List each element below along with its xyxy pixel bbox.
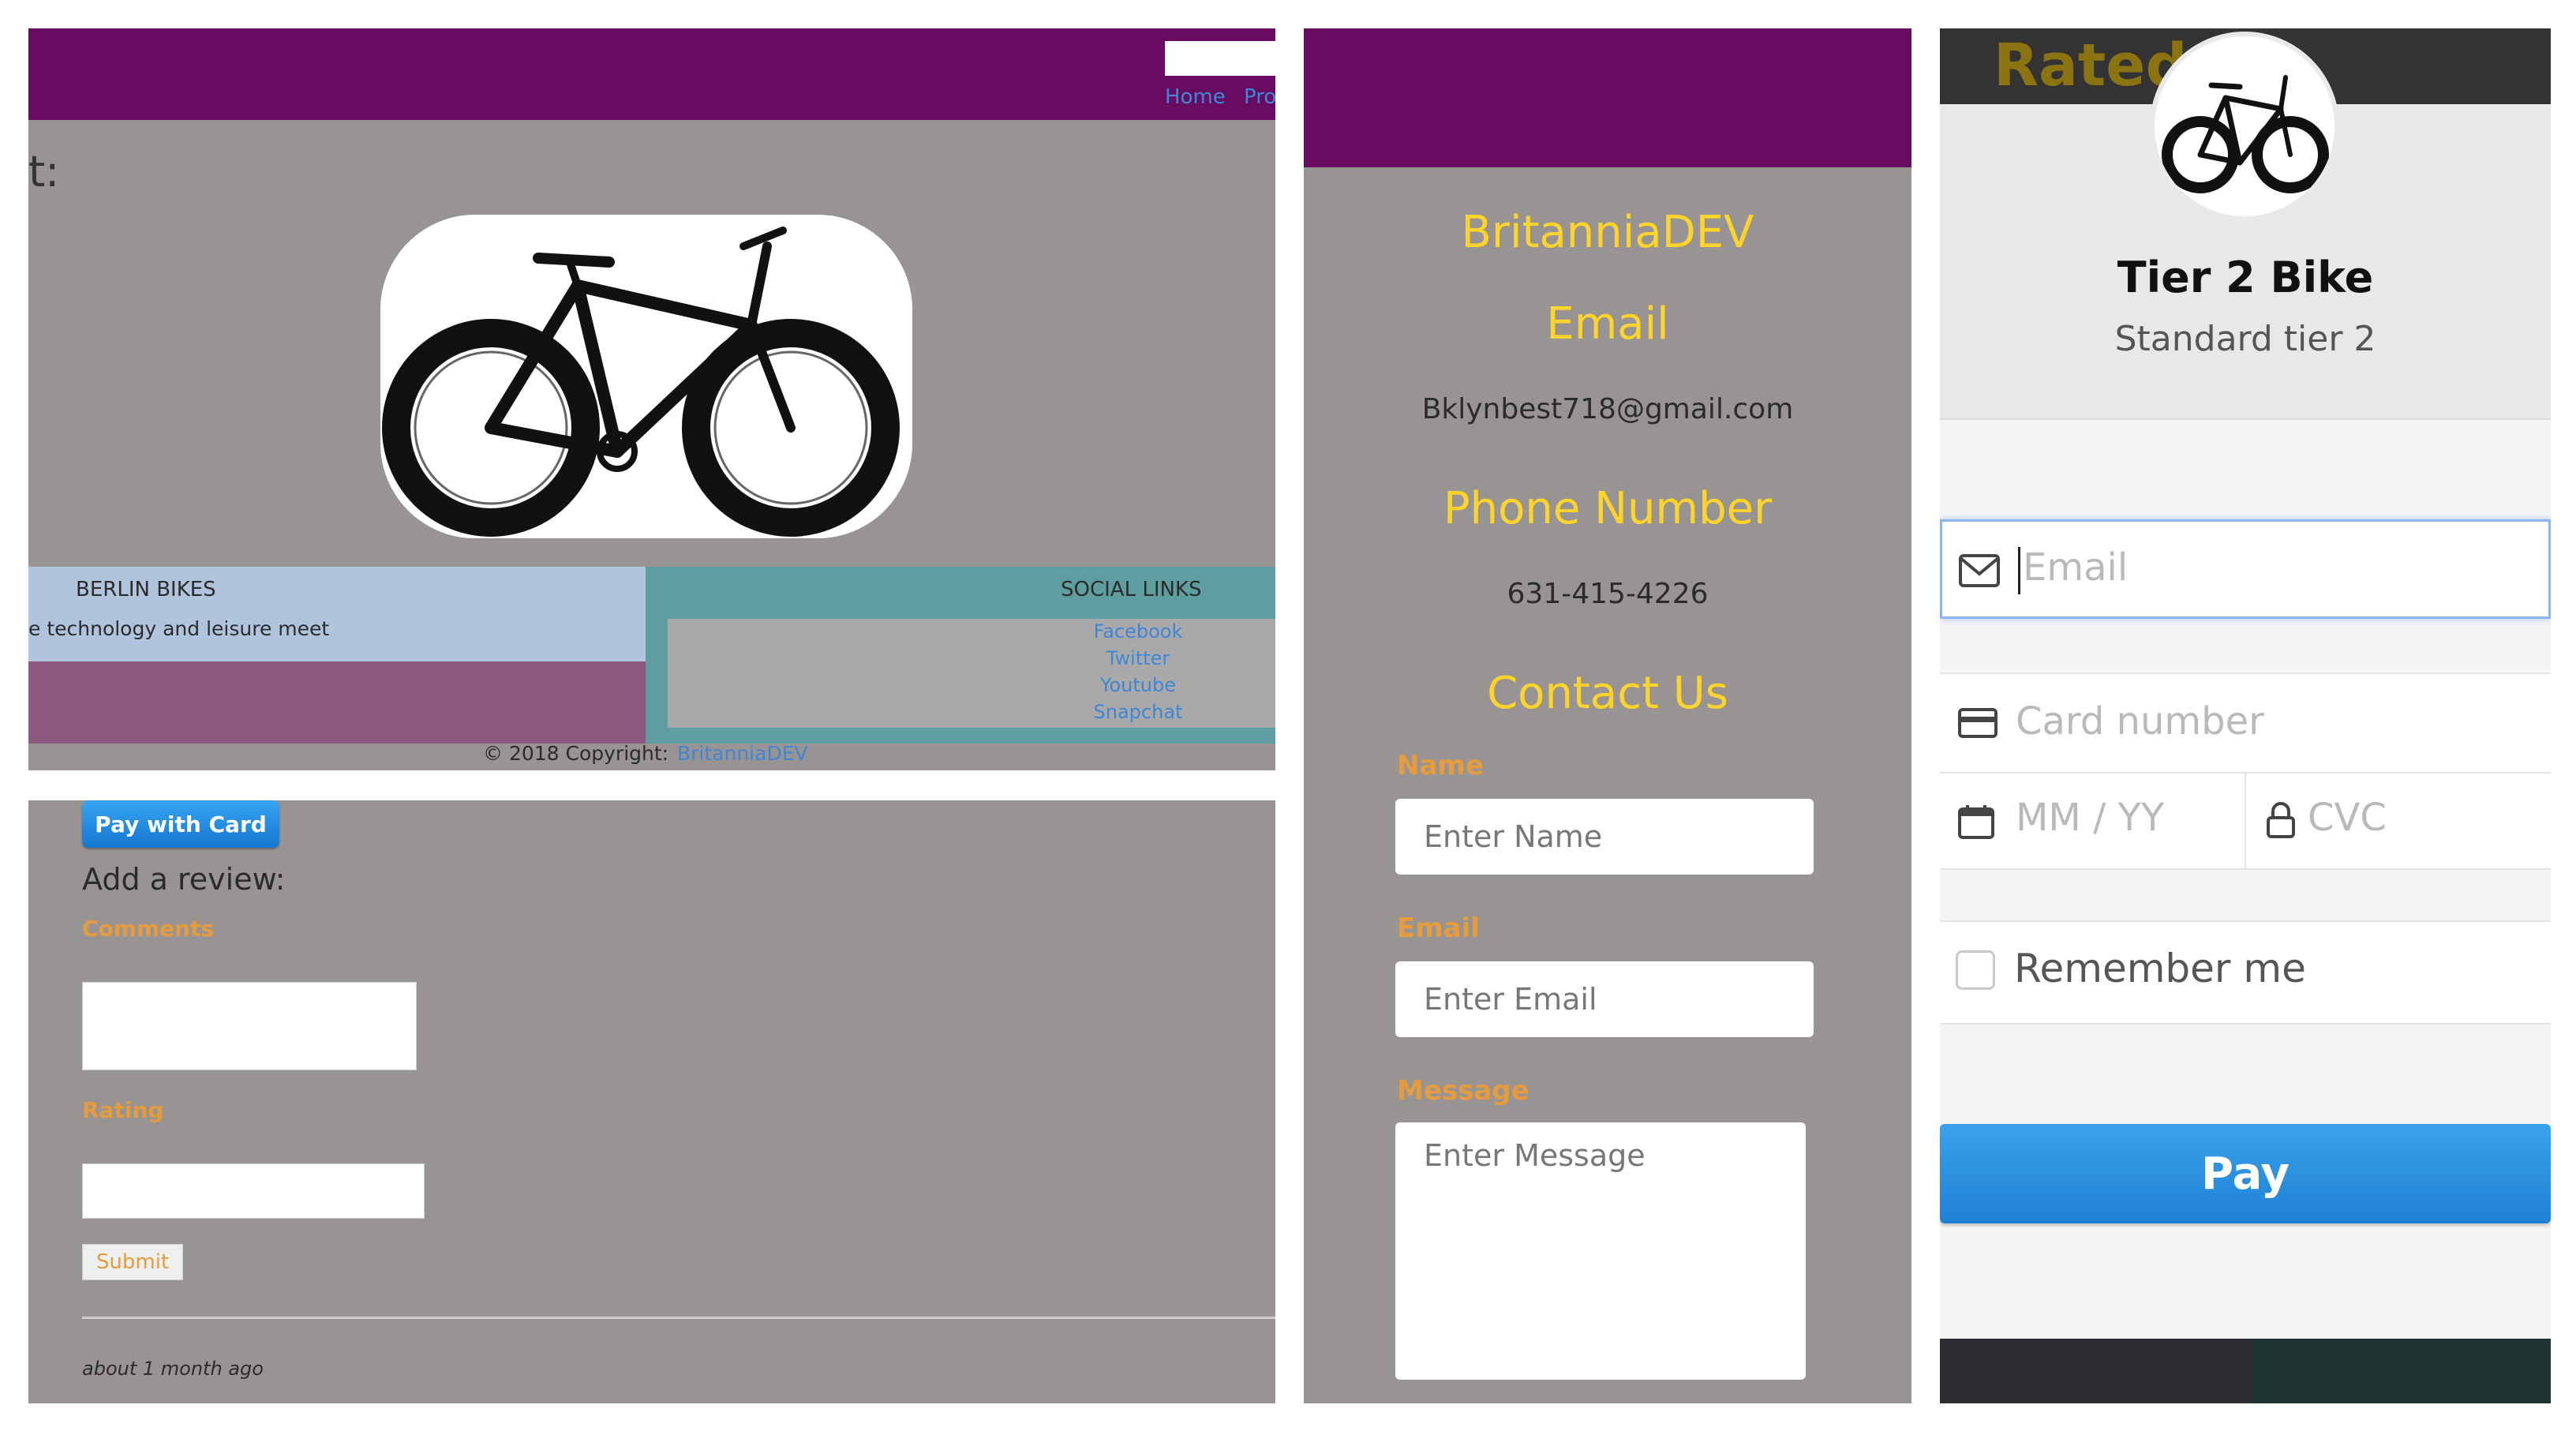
- credit-card-icon: [1958, 708, 1998, 738]
- email-input[interactable]: Enter Email: [1395, 961, 1814, 1037]
- text-cursor: [2018, 547, 2020, 594]
- product-page-panel: Home Pro t: BERLIN BIKES e technology an…: [28, 28, 1275, 770]
- top-navbar: [1304, 28, 1911, 167]
- review-heading: Add a review:: [82, 862, 286, 897]
- bike-image: [382, 227, 900, 537]
- rating-label: Rating: [82, 1097, 164, 1123]
- message-textarea[interactable]: Enter Message: [1395, 1122, 1806, 1380]
- youtube-link[interactable]: Youtube: [1020, 674, 1256, 696]
- contact-panel: BritanniaDEV Email Bklynbest718@gmail.co…: [1304, 28, 1911, 1403]
- facebook-link[interactable]: Facebook: [1020, 620, 1256, 642]
- message-placeholder: Enter Message: [1424, 1138, 1646, 1173]
- envelope-icon: [1959, 554, 2000, 587]
- card-number-placeholder: Card number: [2016, 699, 2264, 744]
- expiry-field[interactable]: MM / YY: [1940, 774, 2246, 868]
- copyright-text: © 2018 Copyright:: [483, 742, 669, 765]
- product-image: [380, 215, 912, 538]
- copyright-link[interactable]: BritanniaDEV: [677, 742, 808, 765]
- pay-with-card-button[interactable]: Pay with Card: [82, 800, 279, 848]
- product-title: Tier 2 Bike: [2117, 253, 2374, 302]
- pay-button[interactable]: Pay: [1940, 1124, 2551, 1223]
- remember-me-checkbox[interactable]: [1956, 950, 1995, 990]
- search-input[interactable]: [1165, 41, 1275, 76]
- background-strip-right: [2252, 1339, 2551, 1403]
- page-heading: t:: [28, 147, 60, 197]
- remember-me-row: Remember me: [1940, 920, 2551, 1025]
- nav-products-link[interactable]: Pro: [1244, 85, 1275, 109]
- twitter-link[interactable]: Twitter: [1020, 647, 1256, 669]
- rating-input[interactable]: [82, 1163, 425, 1219]
- nav-home-link[interactable]: Home: [1165, 85, 1226, 109]
- comments-textarea[interactable]: [82, 982, 417, 1070]
- phone-value: 631-415-4226: [1507, 578, 1709, 610]
- remember-me-label: Remember me: [2014, 946, 2306, 991]
- contact-heading: Contact Us: [1487, 668, 1728, 719]
- email-placeholder: Enter Email: [1424, 982, 1597, 1017]
- expiry-cvc-row: MM / YY CVC: [1940, 772, 2551, 870]
- lock-icon: [2267, 802, 2295, 838]
- email-heading: Email: [1546, 298, 1669, 350]
- expiry-placeholder: MM / YY: [2016, 796, 2165, 840]
- phone-heading: Phone Number: [1443, 483, 1773, 534]
- name-label: Name: [1397, 750, 1484, 781]
- background-strip-left: [1940, 1339, 2252, 1403]
- cvc-field[interactable]: CVC: [2246, 774, 2551, 868]
- bike-icon: [2162, 75, 2329, 193]
- product-subtitle: Standard tier 2: [2114, 319, 2376, 359]
- email-value: Bklynbest718@gmail.com: [1421, 393, 1794, 425]
- footer-tagline: e technology and leisure meet: [28, 617, 330, 640]
- footer-brand: BERLIN BIKES: [76, 578, 216, 601]
- cvc-placeholder: CVC: [2308, 796, 2387, 840]
- divider: [82, 1317, 1275, 1319]
- snapchat-link[interactable]: Snapchat: [1020, 701, 1256, 723]
- calendar-icon: [1958, 805, 1994, 839]
- name-placeholder: Enter Name: [1424, 819, 1603, 854]
- name-input[interactable]: Enter Name: [1395, 799, 1814, 875]
- review-timestamp: about 1 month ago: [82, 1358, 264, 1380]
- card-number-field[interactable]: Card number: [1940, 672, 2551, 774]
- review-panel: Pay with Card Add a review: Comments Rat…: [28, 800, 1275, 1403]
- checkout-modal-panel: Rated Comments Tier 2 Bike Standard tier…: [1940, 28, 2551, 1403]
- comments-label: Comments: [82, 916, 215, 942]
- top-navbar: [28, 28, 1275, 120]
- email-label: Email: [1397, 912, 1480, 944]
- email-placeholder: Email: [2023, 545, 2129, 590]
- brand-heading: BritanniaDEV: [1461, 207, 1754, 258]
- submit-button[interactable]: Submit: [82, 1244, 183, 1280]
- social-links-title: SOCIAL LINKS: [1061, 578, 1202, 601]
- message-label: Message: [1397, 1075, 1530, 1107]
- product-avatar: [2150, 32, 2339, 221]
- header-divider: [1940, 418, 2551, 420]
- email-field[interactable]: Email: [1940, 519, 2551, 619]
